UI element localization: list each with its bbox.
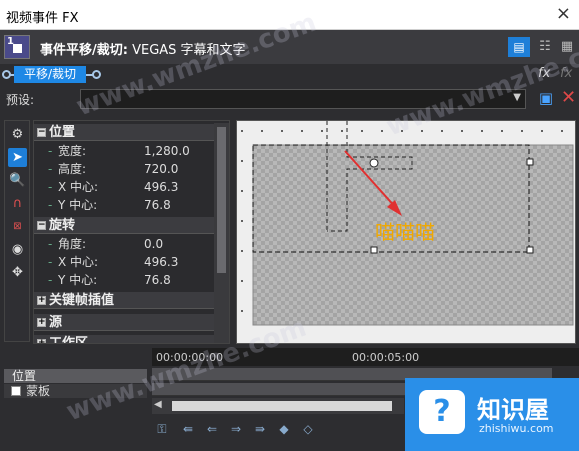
add-keyframe-icon[interactable]: ◆ (274, 420, 294, 438)
preset-select[interactable]: ▼ (80, 89, 526, 109)
layout-icon[interactable]: ▦ (557, 37, 577, 57)
preset-row: 预设: ▼ ▣ ✕ (0, 86, 579, 112)
brand-url: zhishiwu.com (479, 422, 554, 435)
property-row[interactable]: -Y 中心: 76.8 (34, 271, 214, 289)
property-row[interactable]: -Y 中心: 76.8 (34, 196, 214, 214)
preset-label: 预设: (6, 93, 35, 107)
pointer-tool-icon[interactable]: ➤ (8, 148, 27, 167)
track-position[interactable]: 位置 (4, 369, 147, 383)
brand-watermark: ? 知识屋 zhishiwu.com (405, 378, 579, 451)
tool-strip: ⚙ ➤ 🔍 ∩ ⊠ ◉ ✥ (4, 120, 30, 342)
crop-handle (370, 246, 378, 254)
canvas-svg: 喵喵喵 (237, 121, 575, 343)
collapse-icon[interactable]: − (37, 221, 46, 230)
expand-icon[interactable]: + (37, 318, 46, 327)
section-rotation[interactable]: − 旋转 (34, 217, 214, 234)
section-workspace[interactable]: + 工作区 (34, 335, 214, 343)
track-mask[interactable]: 蒙板 (4, 384, 147, 398)
save-preset-icon[interactable]: ▣ (537, 89, 555, 107)
pipeline-start-node (2, 70, 11, 79)
property-row[interactable]: - 角度: 0.0 (34, 235, 214, 253)
keyframe-toolbar: ⚿ ⇚ ⇐ ⇒ ⇛ ◆ ◇ (152, 418, 404, 440)
plugin-header: 1 事件平移/裁切: VEGAS 字幕和文字 ▤ ☷ ▦ (0, 30, 579, 64)
first-keyframe-icon[interactable]: ⇚ (178, 420, 198, 438)
chevron-down-icon: ▼ (513, 92, 521, 103)
grid-view-icon[interactable]: ☷ (535, 37, 555, 57)
property-row[interactable]: - 宽度: 1,280.0 (34, 142, 214, 160)
window-titlebar: 视频事件 FX × (0, 0, 579, 30)
prev-keyframe-icon[interactable]: ⇐ (202, 420, 222, 438)
collapse-icon[interactable]: − (37, 128, 46, 137)
delete-preset-icon[interactable]: ✕ (561, 87, 576, 108)
close-icon[interactable]: × (556, 3, 571, 24)
plugin-chain-icon[interactable]: 1 (4, 35, 30, 59)
crop-handle (526, 158, 534, 166)
section-position[interactable]: − 位置 (34, 124, 214, 141)
fx-add-icon[interactable]: fx (538, 66, 550, 81)
move-icon[interactable]: ✥ (8, 263, 27, 282)
settings-gear-icon[interactable]: ⚙ (8, 125, 27, 144)
plugin-tab-pan-crop[interactable]: 平移/裁切 (14, 66, 86, 83)
crop-handle (526, 246, 534, 254)
fx-remove-icon[interactable]: fx (560, 66, 572, 81)
lock-keyframe-icon[interactable]: ⚿ (152, 420, 172, 438)
caption-text: 喵喵喵 (375, 220, 435, 244)
rotation-handle (369, 158, 379, 168)
property-row[interactable]: -X 中心: 496.3 (34, 178, 214, 196)
timeline-scrollbar[interactable]: ◀ (152, 398, 404, 414)
next-keyframe-icon[interactable]: ⇒ (226, 420, 246, 438)
mask-checkbox[interactable] (11, 386, 21, 396)
lock-aspect-icon[interactable]: ⊠ (8, 217, 27, 236)
expand-icon[interactable]: + (37, 296, 46, 305)
list-view-icon[interactable]: ▤ (508, 37, 530, 57)
brand-logo-icon: ? (419, 390, 465, 434)
pan-crop-canvas[interactable]: 喵喵喵 (236, 120, 576, 344)
property-row[interactable]: - 高度: 720.0 (34, 160, 214, 178)
section-source[interactable]: + 源 (34, 314, 214, 331)
center-icon[interactable]: ◉ (8, 240, 27, 259)
plugin-pipeline: 平移/裁切 fx fx (0, 64, 579, 86)
properties-panel: − 位置 - 宽度: 1,280.0 - 高度: 720.0 -X 中心: 496.3 -… (33, 120, 230, 344)
section-keyframe-interp[interactable]: + 关键帧插值 (34, 292, 214, 309)
scroll-left-icon[interactable]: ◀ (154, 399, 162, 410)
timeline-ruler[interactable]: 00:00:00:00 00:00:05:00 (152, 348, 579, 366)
property-row[interactable]: -X 中心: 496.3 (34, 253, 214, 271)
last-keyframe-icon[interactable]: ⇛ (250, 420, 270, 438)
brand-name: 知识屋 (477, 396, 549, 424)
zoom-tool-icon[interactable]: 🔍 (8, 171, 27, 190)
magnet-icon[interactable]: ∩ (8, 194, 27, 213)
expand-icon[interactable]: + (37, 339, 46, 343)
delete-keyframe-icon[interactable]: ◇ (298, 420, 318, 438)
properties-scrollbar[interactable] (214, 123, 229, 343)
plugin-chain-title: 事件平移/裁切: (40, 43, 128, 58)
window-title: 视频事件 FX (6, 11, 79, 26)
plugin-name: VEGAS 字幕和文字 (132, 43, 246, 58)
pipeline-end-node (92, 70, 101, 79)
plugin-chain-label: 事件平移/裁切: VEGAS 字幕和文字 (40, 39, 246, 58)
